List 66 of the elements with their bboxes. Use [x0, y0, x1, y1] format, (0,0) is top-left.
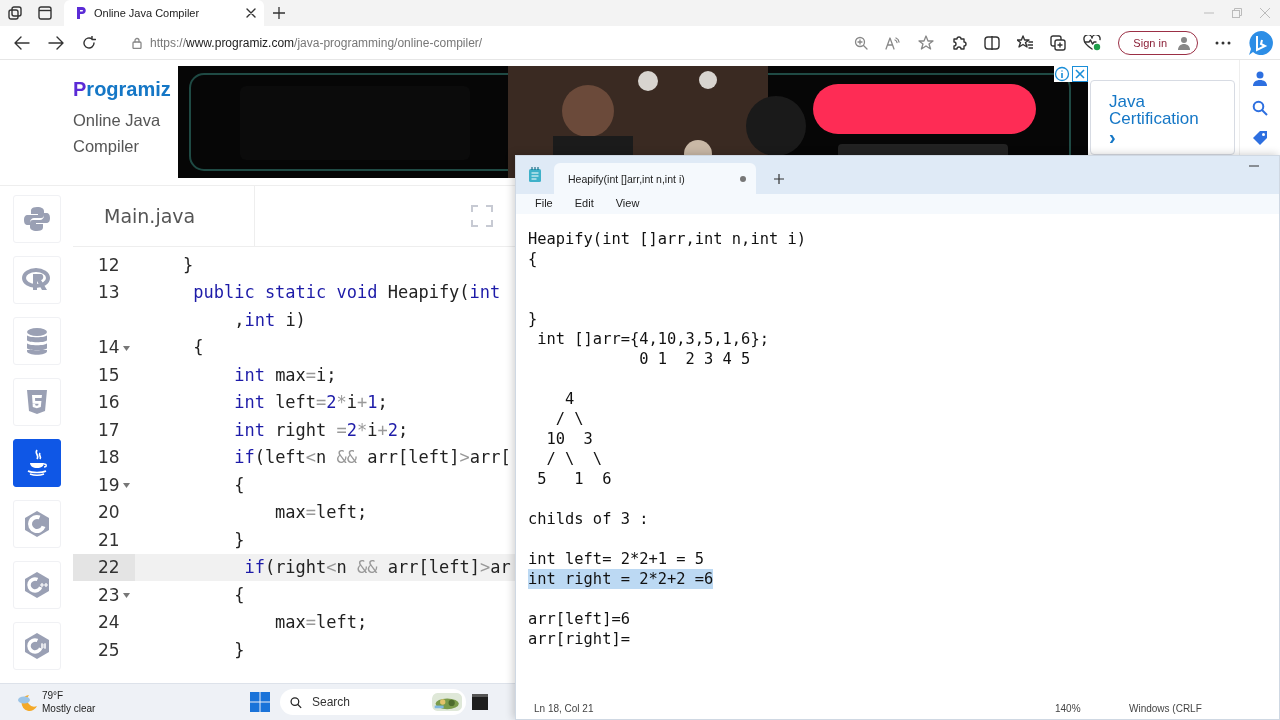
code-line: } [233, 639, 245, 660]
weather-text: Mostly clear [42, 702, 96, 715]
promo-title: Java Certification [1109, 92, 1199, 128]
weather-widget[interactable]: 79°F Mostly clear [16, 689, 96, 715]
url-text: https://www.programiz.com/java-programming/online-compiler/ [150, 35, 483, 50]
code-line: max=left; [274, 502, 368, 523]
sign-in-button[interactable]: Sign in [1118, 30, 1198, 55]
code-line: } [183, 254, 194, 275]
code-line: } [233, 529, 245, 550]
zoom-level: 140% [1055, 702, 1082, 714]
text-line: 5 1 6 [536, 469, 612, 489]
taskbar-search-field[interactable]: Search [280, 689, 467, 715]
page-subtitle: Online Java Compiler [73, 110, 162, 157]
browser-tab[interactable]: Online Java Compiler [64, 0, 264, 26]
line-number: 23 [98, 584, 120, 605]
text-line: / \ \ [545, 449, 603, 469]
text-line: 10 3 [545, 429, 593, 449]
code-line: { [233, 474, 245, 495]
line-number: 19 [98, 474, 120, 495]
text-line: 4 [564, 389, 575, 409]
line-number: 24 [98, 612, 120, 633]
text-line: arr[left]=6 [528, 609, 630, 629]
address-bar[interactable]: https://www.programiz.com/java-programming/online-compiler/ [132, 35, 692, 50]
text-area[interactable]: Heapify(int []arr,int n,int i) { } int []arr={4,10,3,5,1,6}; 0 1 2 3 4 5 4 / \ 10 3 / \ \ 5 1 6 childs of 3 : int left= 2*2+1 = 5 int right = 2*2+2 =6 arr[left]=6 arr[right]= [516, 214, 1279, 697]
code-line: public static void Heapify(int [192, 282, 501, 303]
text-line: arr[right]= [528, 629, 630, 649]
line-number: 25 [98, 639, 120, 660]
text-line: childs of 3 : [528, 509, 649, 529]
code-line: { [233, 584, 245, 605]
code-line: if(left<n && arr[left]>arr[ [233, 447, 511, 468]
text-line: int []arr={4,10,3,5,1,6}; [536, 329, 769, 349]
code-line: { [192, 337, 204, 358]
line-number: 21 [98, 529, 120, 550]
line-ending: Windows (CRLF [1129, 702, 1203, 714]
line-number: 17 [98, 419, 120, 440]
line-number: 20 [98, 502, 120, 523]
text-line: } [528, 309, 538, 329]
line-number: 12 [98, 254, 120, 275]
text-line: int left= 2*2+1 = 5 [528, 549, 705, 569]
code-line: int left=2*i+1; [233, 392, 388, 413]
notepad-tab[interactable]: Heapify(int []arr,int n,int i) [554, 163, 756, 194]
site-logo[interactable]: Programiz [73, 78, 171, 101]
code-line: if(right<n && arr[left]>ar [243, 557, 511, 578]
file-tab[interactable]: Main.java [73, 186, 255, 246]
menu-item[interactable]: View [604, 194, 651, 214]
line-number: 15 [98, 364, 120, 385]
code-line: int right =2*i+2; [233, 419, 409, 440]
menu-item[interactable]: Edit [563, 194, 605, 214]
text-line: { [528, 249, 538, 269]
text-line: 0 1 2 3 4 5 [638, 349, 751, 369]
chevron-icon: › [1109, 129, 1234, 146]
line-number: 16 [98, 392, 120, 413]
code-line: ,int i) [233, 309, 306, 330]
promo-card[interactable]: Java Certification › [1090, 80, 1235, 155]
text-line: Heapify(int []arr,int n,int i) [528, 229, 806, 249]
line-number: 22 [98, 557, 120, 578]
menu-item[interactable]: File [524, 194, 564, 214]
line-number: 18 [98, 447, 120, 468]
code-line: int max=i; [233, 364, 337, 385]
temperature-text: 79°F [42, 689, 65, 702]
text-line: / \ [554, 409, 584, 429]
code-line: max=left; [274, 612, 368, 633]
line-number: 14 [98, 337, 120, 358]
line-number: 13 [98, 282, 120, 303]
cursor-position: Ln 18, Col 21 [534, 702, 594, 714]
search-input[interactable]: Search [309, 694, 424, 710]
